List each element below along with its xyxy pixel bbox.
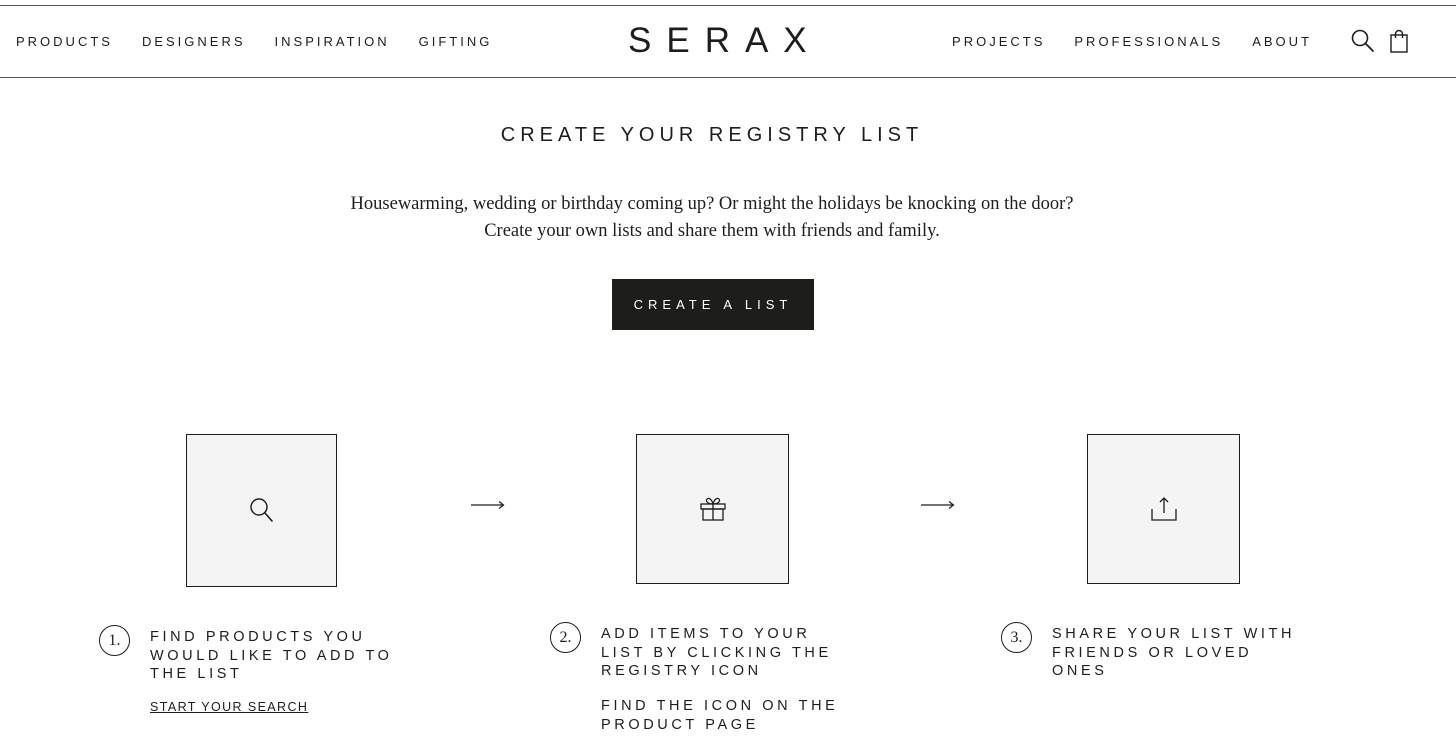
nav-designers[interactable]: DESIGNERS [142,34,246,49]
page-title: CREATE YOUR REGISTRY LIST [500,124,924,146]
intro-text: Housewarming, wedding or birthday coming… [0,191,1424,245]
start-search-link[interactable]: START YOUR SEARCH [150,700,308,714]
step-3-number: 3. [1001,622,1032,653]
search-icon[interactable] [1350,28,1376,54]
nav-products[interactable]: PRODUCTS [16,34,113,49]
secondary-nav: PROJECTS PROFESSIONALS ABOUT [923,6,1312,77]
nav-professionals[interactable]: PROFESSIONALS [1074,34,1223,49]
shopping-bag-icon[interactable] [1387,28,1413,54]
search-icon [249,497,273,522]
step-3-text: SHARE YOUR LIST WITH FRIENDS OR LOVED ON… [1052,626,1296,679]
step-1-number: 1. [99,625,130,656]
step-1-text: FIND PRODUCTS YOU WOULD LIKE TO ADD TO T… [150,629,393,682]
nav-projects[interactable]: PROJECTS [952,34,1045,49]
share-icon [1150,497,1177,521]
step-3-illustration [1087,434,1240,584]
step-2-number: 2. [550,622,581,653]
nav-about[interactable]: ABOUT [1252,34,1312,49]
nav-gifting[interactable]: GIFTING [419,34,493,49]
create-list-button[interactable]: CREATE A LIST [612,279,814,330]
step-2-illustration [636,434,789,584]
intro-line-1: Housewarming, wedding or birthday coming… [350,194,1074,214]
step-1-illustration [186,434,337,587]
gift-icon [699,497,726,521]
nav-inspiration[interactable]: INSPIRATION [275,34,390,49]
step-2-subtext: FIND THE ICON ON THE PRODUCT PAGE [601,698,839,733]
site-logo[interactable]: SERAX [628,22,807,60]
arrow-right-icon [471,501,505,509]
intro-line-2: Create your own lists and share them wit… [484,221,940,241]
arrow-right-icon [921,501,955,509]
site-header: PRODUCTS DESIGNERS INSPIRATION GIFTING S… [0,6,1456,78]
step-2-text: ADD ITEMS TO YOUR LIST BY CLICKING THE R… [601,626,832,679]
primary-nav: PRODUCTS DESIGNERS INSPIRATION GIFTING [16,6,521,77]
